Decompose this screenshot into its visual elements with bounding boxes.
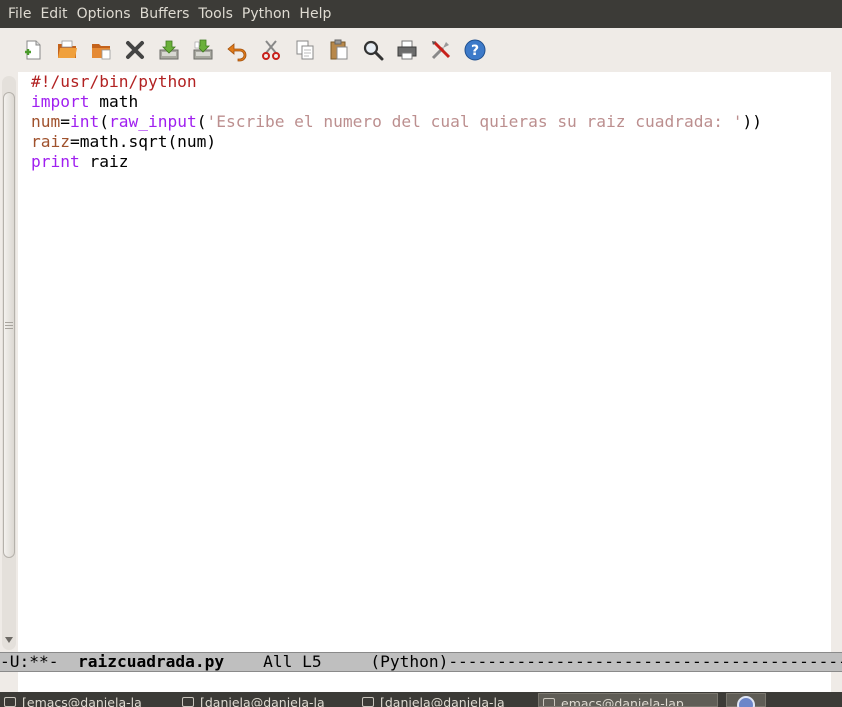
code-token: #!/usr/bin/python (31, 72, 197, 91)
taskbar-item-emacs-active[interactable]: emacs@daniela-lap (538, 693, 718, 707)
taskbar-item-label: [daniela@daniela-la (380, 695, 505, 707)
mode-line: -U:**- raizcuadrada.py All L5 (Python)--… (0, 652, 842, 672)
code-token: int (70, 112, 100, 131)
right-fringe (831, 72, 842, 652)
menu-tools[interactable]: Tools (194, 0, 237, 28)
code-token: ( (99, 112, 109, 131)
scroll-down-arrow-icon[interactable] (5, 637, 13, 643)
taskbar-extra-item[interactable] (726, 693, 766, 707)
code-line[interactable]: raiz=math.sqrt(num) (31, 132, 762, 152)
help-icon[interactable]: ? (462, 37, 488, 63)
emacs-app-icon (543, 698, 555, 706)
new-file-icon[interactable] (20, 37, 46, 63)
code-token: =math.sqrt(num) (69, 132, 217, 151)
taskbar-item-terminal-1[interactable]: [daniela@daniela-la (178, 693, 350, 707)
code-line[interactable]: import math (31, 92, 762, 112)
scrollbar-grip (5, 328, 13, 329)
menu-buffers[interactable]: Buffers (136, 0, 194, 28)
modeline-buffer-name[interactable]: raizcuadrada.py (78, 653, 224, 671)
modeline-position: All L5 (224, 652, 371, 671)
paste-icon[interactable] (326, 37, 352, 63)
menu-help[interactable]: Help (295, 0, 335, 28)
menu-edit[interactable]: Edit (36, 0, 71, 28)
cut-icon[interactable] (258, 37, 284, 63)
close-buffer-icon[interactable] (122, 37, 148, 63)
toolbar: ? (0, 28, 842, 72)
copy-icon[interactable] (292, 37, 318, 63)
scrollbar-grip (5, 322, 13, 323)
code-line[interactable]: #!/usr/bin/python (31, 72, 762, 92)
save-as-icon[interactable] (190, 37, 216, 63)
menu-file[interactable]: File (4, 0, 35, 28)
code-token: import (31, 92, 90, 111)
taskbar-item-label: [daniela@daniela-la (200, 695, 325, 707)
modeline-major-mode[interactable]: (Python) (370, 653, 448, 671)
menu-options[interactable]: Options (73, 0, 135, 28)
terminal-app-icon (182, 697, 194, 707)
search-icon[interactable] (360, 37, 386, 63)
code-token: num (31, 112, 61, 131)
taskbar: [emacs@daniela-la [daniela@daniela-la [d… (0, 692, 842, 707)
code-token: 'Escribe el numero del cual quieras su r… (206, 112, 743, 131)
save-icon[interactable] (156, 37, 182, 63)
preferences-icon[interactable] (428, 37, 454, 63)
taskbar-item-emacs-1[interactable]: [emacs@daniela-la (0, 693, 170, 707)
scrollbar-grip (5, 325, 13, 326)
open-file-icon[interactable] (54, 37, 80, 63)
code-buffer[interactable]: #!/usr/bin/python import math num=int(raw_… (31, 72, 762, 172)
code-line[interactable]: num=int(raw_input('Escribe el numero del… (31, 112, 762, 132)
code-token: raw_input (109, 112, 197, 131)
editor-text-area[interactable]: #!/usr/bin/python import math num=int(raw_… (18, 72, 831, 652)
taskbar-item-label: emacs@daniela-lap (561, 696, 684, 707)
print-icon[interactable] (394, 37, 420, 63)
taskbar-item-label: [emacs@daniela-la (22, 695, 142, 707)
taskbar-item-terminal-2[interactable]: [daniela@daniela-la (358, 693, 530, 707)
open-directory-icon[interactable] (88, 37, 114, 63)
globe-icon (737, 696, 755, 707)
code-token: math (89, 92, 139, 111)
svg-text:?: ? (471, 43, 479, 59)
emacs-app-icon (4, 697, 16, 707)
modeline-status: -U:**- (0, 652, 78, 671)
code-token: ( (196, 112, 207, 131)
menu-python[interactable]: Python (238, 0, 295, 28)
code-token: )) (742, 112, 762, 131)
terminal-app-icon (362, 697, 374, 707)
code-token: = (60, 112, 70, 131)
code-token: raiz (79, 152, 129, 171)
menubar: File Edit Options Buffers Tools Python H… (0, 0, 842, 28)
code-token: raiz (31, 132, 70, 151)
undo-icon[interactable] (224, 37, 250, 63)
code-token: print (31, 152, 80, 171)
modeline-fill: ----------------------------------------… (448, 652, 842, 671)
minibuffer[interactable] (18, 672, 831, 692)
code-line[interactable]: print raiz (31, 152, 762, 172)
